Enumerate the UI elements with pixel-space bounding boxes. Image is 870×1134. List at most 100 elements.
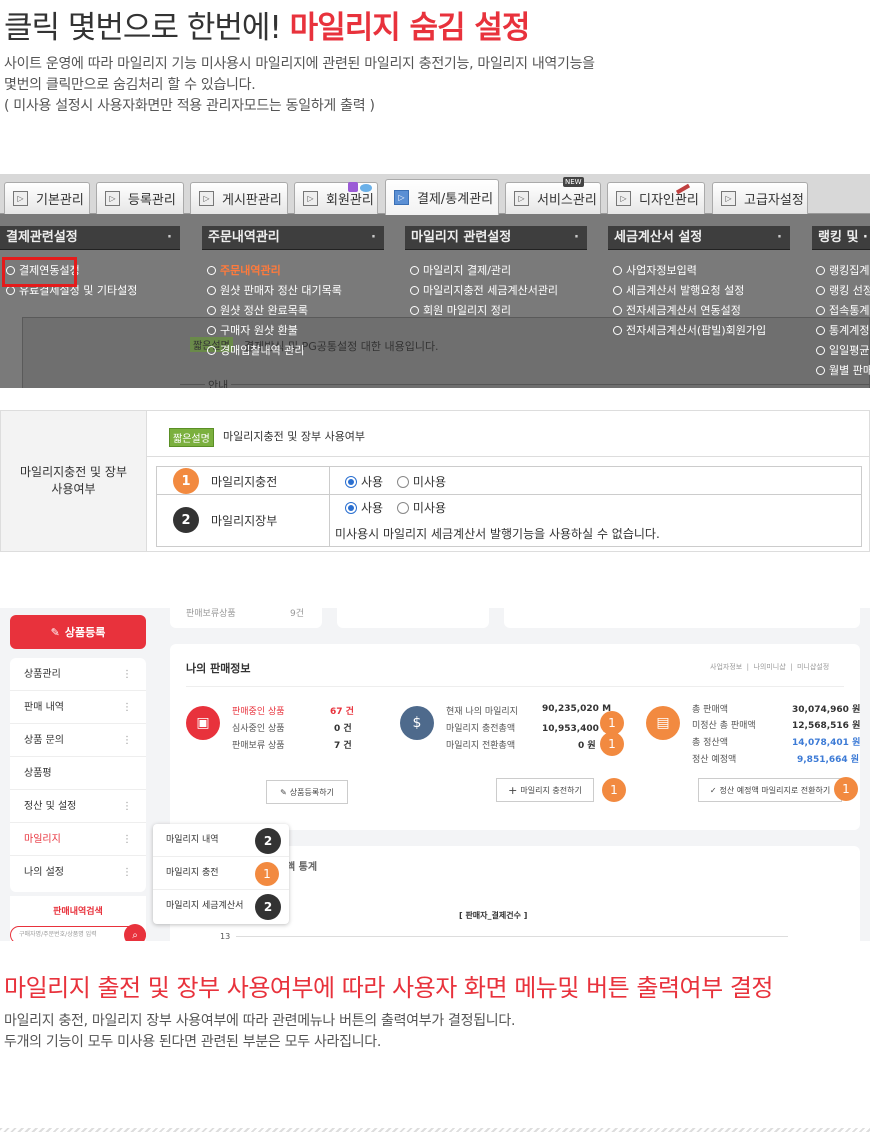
top-card-1: 판매보류상품 9건	[170, 608, 322, 628]
menu-item-popbill[interactable]: 전자세금계산서(팝빌)회원가입	[613, 324, 766, 338]
circle-bullet-icon	[613, 286, 622, 295]
sales-info-title: 나의 판매정보	[186, 662, 251, 675]
menu-item-monthly-sales[interactable]: 월별 판매	[816, 364, 870, 378]
tab-payment-stats[interactable]: ▷ 결제/통계관리	[385, 179, 499, 215]
menu-item-visit-stats[interactable]: 접속통계	[816, 304, 869, 318]
circle-bullet-icon	[816, 266, 825, 275]
btn-label: 정산 예정액 마일리지로 전환하기	[719, 785, 831, 795]
menu-head-label: 랭킹 및 ·	[818, 230, 868, 245]
plus-icon: +	[508, 783, 518, 797]
tab-label: 디자인관리	[639, 193, 699, 208]
charge-use-radio[interactable]: 사용	[345, 475, 383, 489]
link-minishop[interactable]: 나의미니샵	[753, 663, 785, 671]
menu-item-mileage-cleanup[interactable]: 회원 마일리지 정리	[410, 304, 511, 318]
stat-label: 현재 나의 마일리지	[446, 707, 518, 717]
radio-icon	[396, 502, 409, 514]
callout-2: 2	[255, 894, 281, 920]
menu-item-label: 전자세금계산서(팝빌)회원가입	[626, 324, 767, 337]
side-item-inquiry[interactable]: 상품 문의 ⋮	[10, 724, 146, 757]
menu-item-auction[interactable]: 경매입찰내역 관리	[207, 344, 304, 358]
member-sticker-icon	[348, 177, 374, 192]
convert-settlement-button[interactable]: ✓ 정산 예정액 마일리지로 전환하기	[698, 778, 842, 802]
tab-register[interactable]: ▷ 등록관리	[96, 182, 184, 214]
menu-item-label: 구매자 원샷 환불	[220, 324, 298, 337]
menu-item-orders[interactable]: 주문내역관리	[207, 264, 281, 278]
menu-item-ranking-select[interactable]: 랭킹 선정	[816, 284, 870, 298]
link-biz-info[interactable]: 사업자정보	[710, 663, 742, 671]
stat-value: 67 건	[330, 707, 354, 717]
store-icon: ▣	[186, 706, 220, 740]
menu-head-orders: 주문내역관리 ·	[202, 226, 384, 250]
tab-label: 게시판관리	[222, 193, 282, 208]
charge-mileage-button[interactable]: + 마일리지 충전하기	[496, 778, 594, 802]
search-title: 판매내역검색	[53, 907, 103, 917]
top-card-value: 9건	[290, 609, 305, 619]
highlight-box	[2, 257, 77, 287]
circle-bullet-icon	[207, 266, 216, 275]
register-product-button[interactable]: ✎ 상품등록	[10, 615, 146, 649]
tab-basic[interactable]: ▷ 기본관리	[4, 182, 90, 214]
radio-label: 미사용	[412, 501, 447, 515]
kebab-icon: ⋮	[122, 735, 132, 746]
side-item-label: 상품 문의	[24, 735, 64, 746]
row-mileage-charge-label: 마일리지충전	[211, 475, 278, 489]
menu-head-label: 세금계산서 설정	[614, 230, 703, 245]
settings-inner-table: 1 마일리지충전 사용 미사용 2 마일리지장부 사용 미사용 미사용시 마일리…	[156, 466, 862, 547]
tab-board[interactable]: ▷ 게시판관리	[190, 182, 288, 214]
stat-label: 판매보류 상품	[232, 741, 285, 751]
stat-value: 12,568,516 원	[792, 721, 861, 731]
menu-head-label: 마일리지 관련설정	[411, 230, 512, 245]
menu-item-etax-link[interactable]: 전자세금계산서 연동설정	[613, 304, 741, 318]
side-item-label: 판매 내역	[24, 702, 64, 713]
radio-label: 사용	[361, 501, 384, 515]
link-minishop-settings[interactable]: 미니샵설정	[797, 663, 829, 671]
charge-nouse-radio[interactable]: 미사용	[396, 475, 447, 489]
menu-item-oneshot-refund[interactable]: 구매자 원샷 환불	[207, 324, 298, 338]
tab-service[interactable]: ▷ 서비스관리	[505, 182, 601, 214]
side-item-reviews[interactable]: 상품평	[10, 757, 146, 790]
dim-divider	[180, 384, 870, 385]
menu-head-label: 결제관련설정	[6, 230, 78, 245]
side-item-label: 나의 설정	[24, 867, 64, 878]
seller-dashboard: 판매보류상품 9건 ✎ 상품등록 상품관리 ⋮ 판매 내역 ⋮ 상품 문의 ⋮ 상품평 …	[0, 608, 870, 941]
new-badge: NEW	[563, 177, 584, 187]
info-links: 사업자정보 | 나의미니샵 | 미니샵설정	[710, 663, 830, 671]
menu-head-label: 주문내역관리	[208, 230, 280, 245]
side-item-sales[interactable]: 판매 내역 ⋮	[10, 691, 146, 724]
admin-screenshot: ▷ 기본관리 ▷ 등록관리 ▷ 게시판관리 ▷ 회원관리 ▷ 결제/통계관리 ▷ 서비스관리…	[0, 174, 870, 388]
ledger-nouse-radio[interactable]: 미사용	[396, 501, 447, 515]
kebab-icon: ⋮	[122, 801, 132, 812]
stat-label: 마일리지 충전총액	[446, 724, 516, 734]
tab-box-icon: ▷	[721, 191, 736, 206]
radio-label: 미사용	[412, 475, 447, 489]
search-icon[interactable]: ⌕	[124, 924, 146, 941]
settings-label-cell: 마일리지충전 및 장부 사용여부	[1, 411, 147, 551]
circle-bullet-icon	[207, 286, 216, 295]
menu-item-mileage-pay[interactable]: 마일리지 결제/관리	[410, 264, 511, 278]
side-item-my-settings[interactable]: 나의 설정 ⋮	[10, 856, 146, 889]
menu-item-biz-info[interactable]: 사업자정보입력	[613, 264, 697, 278]
side-item-label: 상품관리	[24, 669, 61, 680]
top-card-3	[504, 608, 860, 628]
menu-item-mileage-tax[interactable]: 마일리지충전 세금계산서관리	[410, 284, 558, 298]
dot-icon: ·	[167, 230, 172, 245]
popup-item-label: 마일리지 충전	[166, 868, 219, 878]
side-item-settlement[interactable]: 정산 및 설정 ⋮	[10, 790, 146, 823]
register-btn-label: 상품등록	[64, 626, 106, 639]
tab-advanced[interactable]: ▷ 고급자설정	[712, 182, 808, 214]
menu-item-ranking[interactable]: 랭킹집계	[816, 264, 869, 278]
menu-item-oneshot-wait[interactable]: 원샷 판매자 정산 대기목록	[207, 284, 342, 298]
charge-radio-group: 사용 미사용	[345, 473, 446, 490]
menu-head-ranking: 랭킹 및 ·	[812, 226, 870, 250]
register-product-link-button[interactable]: ✎ 상품등록하기	[266, 780, 348, 804]
menu-item-tax-request[interactable]: 세금계산서 발행요청 설정	[613, 284, 744, 298]
side-item-mileage[interactable]: 마일리지 ⋮	[10, 823, 146, 856]
circle-bullet-icon	[613, 306, 622, 315]
menu-item-oneshot-done[interactable]: 원샷 정산 완료목록	[207, 304, 308, 318]
side-item-products[interactable]: 상품관리 ⋮	[10, 658, 146, 691]
tab-box-icon: ▷	[394, 190, 409, 205]
ledger-use-radio[interactable]: 사용	[345, 501, 383, 515]
menu-item-stats-account[interactable]: 통계계정	[816, 324, 869, 338]
menu-item-daily-avg[interactable]: 일일평균	[816, 344, 869, 358]
stat-label: 판매중인 상품	[232, 707, 285, 717]
